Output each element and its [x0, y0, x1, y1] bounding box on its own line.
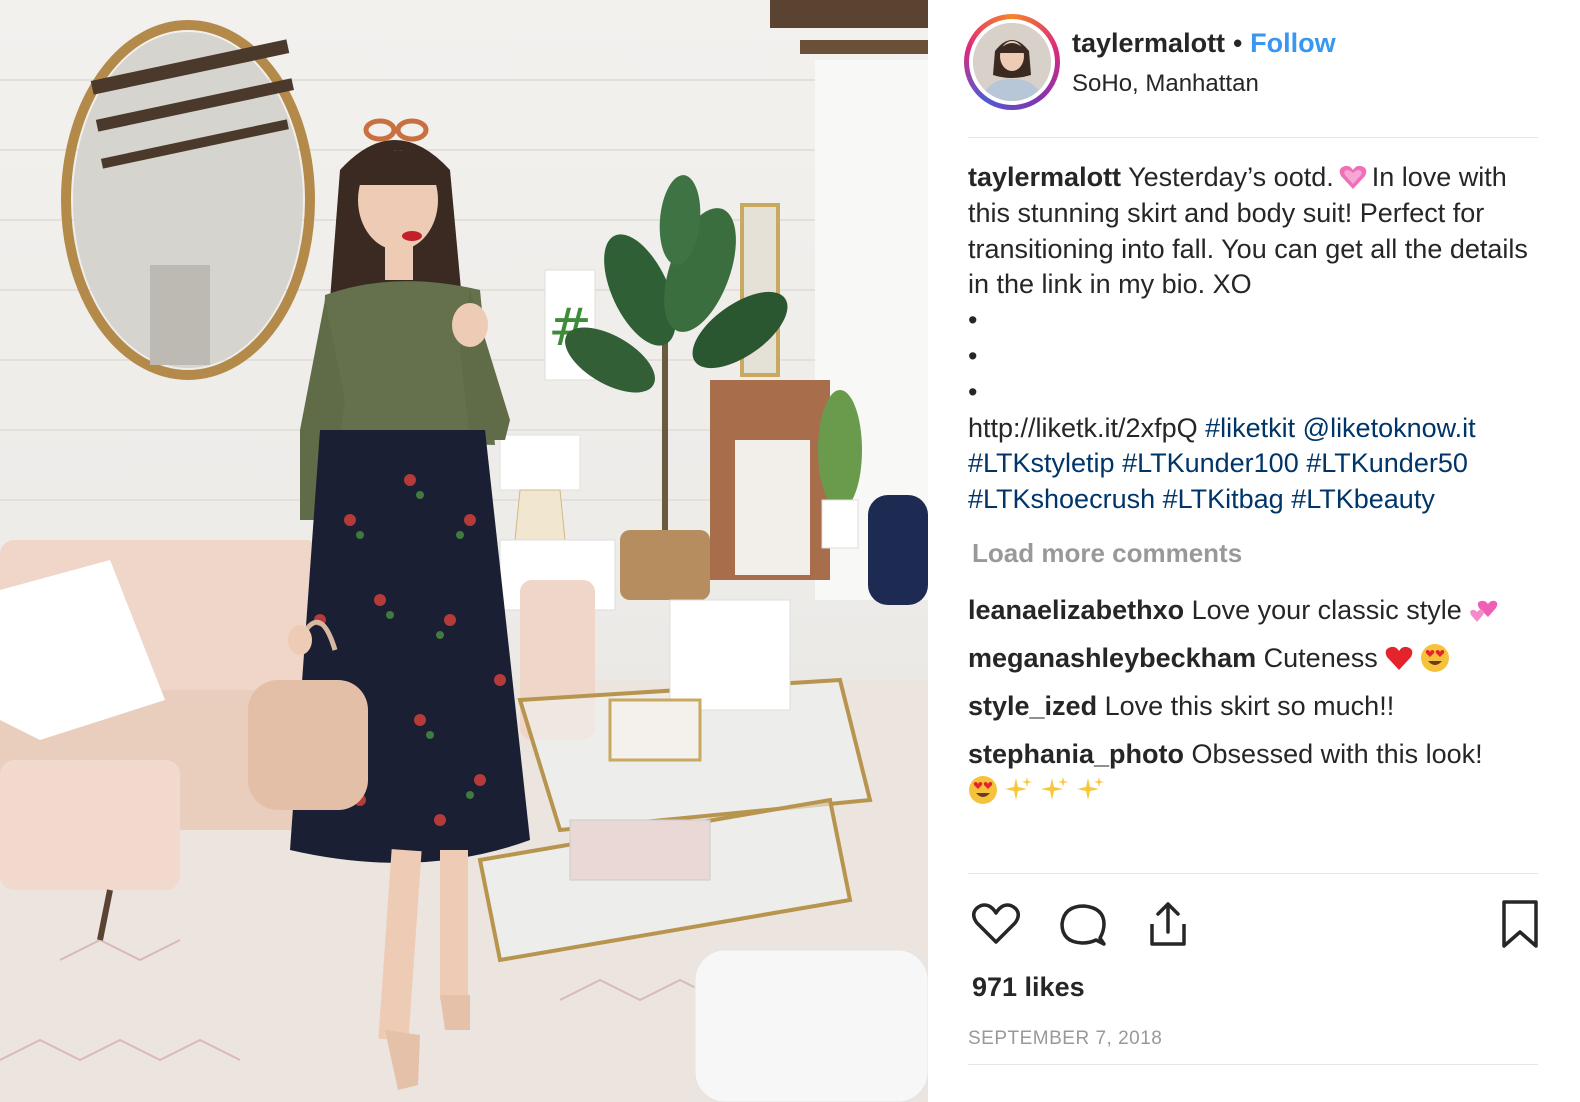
load-more-comments-button[interactable]: Load more comments [972, 538, 1242, 569]
mention-link[interactable]: @liketoknow.it [1303, 413, 1476, 443]
caption-text-1: Yesterday’s ootd. [1128, 162, 1334, 192]
post-photo[interactable]: # [0, 0, 928, 1102]
avatar[interactable] [964, 14, 1060, 110]
comment-text: Love your classic style [1191, 595, 1462, 625]
comment-text: Cuteness [1263, 643, 1378, 673]
header-divider [968, 137, 1538, 138]
comment-username[interactable]: stephania_photo [968, 739, 1184, 769]
hashtag-link[interactable]: #LTKbeauty [1291, 484, 1435, 514]
comment-item: meganashleybeckham Cuteness [968, 640, 1548, 676]
caption-bullet: • [968, 340, 978, 371]
caption-link[interactable]: http://liketk.it/2xfpQ [968, 413, 1198, 443]
small-plant [818, 390, 862, 549]
heart-eyes-icon [1420, 644, 1449, 672]
sparkles-icon [1005, 777, 1032, 800]
comment-text: Love this skirt so much!! [1104, 691, 1395, 721]
sparkles-icon [1041, 777, 1068, 800]
comment-username[interactable]: leanaelizabethxo [968, 595, 1184, 625]
header-username-row: taylermalott • Follow [1072, 28, 1336, 59]
sparkles-icon [1077, 777, 1104, 800]
post-detail-panel: taylermalott • Follow SoHo, Manhattan tayl… [928, 0, 1580, 1102]
comment-item: leanaelizabethxo Love your classic style [968, 592, 1548, 628]
red-heart-icon [1385, 646, 1413, 670]
likes-count[interactable]: 971 likes [972, 972, 1085, 1003]
comment-item: stephania_photo Obsessed with this look! [968, 736, 1548, 808]
comment-bubble-icon[interactable] [1054, 896, 1110, 952]
caption-bullet: • [968, 376, 978, 407]
hashtag-link[interactable]: #LTKstyletip [968, 448, 1115, 478]
header-username[interactable]: taylermalott [1072, 28, 1225, 58]
footer-divider [968, 1064, 1538, 1065]
white-armchair [694, 949, 928, 1102]
ceiling-beam [770, 0, 928, 28]
separator-dot: • [1233, 28, 1243, 58]
comments-section: taylermalott Yesterday’s ootd. In love wi… [968, 160, 1548, 804]
like-heart-icon[interactable] [968, 896, 1024, 952]
comment-username[interactable]: style_ized [968, 691, 1097, 721]
caption: taylermalott Yesterday’s ootd. In love wi… [968, 160, 1548, 518]
follow-button[interactable]: Follow [1250, 28, 1335, 58]
hashtag-link[interactable]: #LTKunder50 [1306, 448, 1468, 478]
navy-chair [868, 495, 928, 605]
post-date[interactable]: SEPTEMBER 7, 2018 [968, 1028, 1162, 1050]
comment-item: style_ized Love this skirt so much!! [968, 688, 1548, 724]
bookmark-save-icon[interactable] [1492, 896, 1548, 952]
hashtag-link[interactable]: #LTKunder100 [1122, 448, 1299, 478]
hashtag-link[interactable]: #liketkit [1205, 413, 1295, 443]
post-header: taylermalott • Follow SoHo, Manhattan [964, 14, 1544, 134]
fireplace [710, 380, 830, 580]
two-hearts-icon [1469, 600, 1498, 622]
comment-username[interactable]: meganashleybeckham [968, 643, 1256, 673]
caption-bullet: • [968, 305, 978, 336]
table-lamp [499, 434, 581, 541]
hashtag-link[interactable]: #LTKitbag [1163, 484, 1284, 514]
ceiling-beam [800, 40, 928, 54]
actions-divider [968, 873, 1538, 874]
comment-text: Obsessed with this look! [1191, 739, 1483, 769]
heart-eyes-icon [969, 776, 997, 804]
share-upload-icon[interactable] [1140, 896, 1196, 952]
hashtag-link[interactable]: #LTKshoecrush [968, 484, 1155, 514]
avatar-image [973, 23, 1051, 101]
round-mirror [61, 20, 315, 380]
location-link[interactable]: SoHo, Manhattan [1072, 70, 1259, 98]
photo-scene: # [0, 0, 928, 1102]
pink-heart-icon [1339, 165, 1367, 189]
action-bar [968, 896, 1548, 952]
caption-username[interactable]: taylermalott [968, 162, 1121, 192]
